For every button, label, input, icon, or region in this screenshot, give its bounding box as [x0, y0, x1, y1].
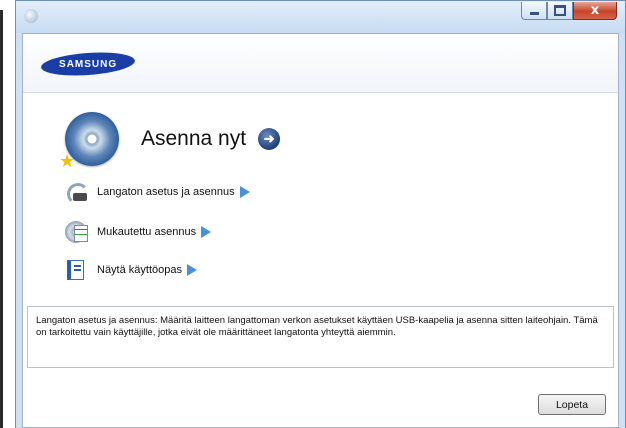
minimize-button[interactable]: [521, 2, 547, 20]
arrow-right-circle-icon[interactable]: ➜: [258, 128, 281, 150]
title-bar[interactable]: x: [16, 1, 625, 33]
play-arrow-icon: [239, 186, 250, 198]
option-wireless-label: Langaton asetus ja asennus: [97, 186, 235, 198]
user-guide-icon: [65, 259, 87, 281]
option-custom-label: Mukautettu asennus: [97, 226, 197, 238]
samsung-logo: SAMSUNG: [40, 49, 136, 79]
install-now-label: Asenna nyt: [141, 127, 247, 150]
option-custom-install[interactable]: Mukautettu asennus: [65, 221, 212, 243]
install-disc-icon: ★: [59, 112, 119, 170]
header-band: SAMSUNG: [23, 34, 618, 93]
option-user-guide[interactable]: Näytä käyttöopas: [65, 259, 197, 281]
star-icon: ★: [59, 151, 76, 171]
maximize-icon: [554, 5, 566, 16]
quit-button[interactable]: Lopeta: [538, 394, 606, 415]
description-box: Langaton asetus ja asennus: Määritä lait…: [27, 306, 614, 368]
play-arrow-icon: [201, 226, 212, 238]
installer-window: x SAMSUNG ★ Asenna nyt ➜ Langaton asetus…: [15, 0, 626, 428]
background-edge: [0, 10, 3, 428]
logo-text: SAMSUNG: [58, 58, 118, 70]
option-wireless-setup[interactable]: Langaton asetus ja asennus: [65, 181, 250, 205]
close-icon: x: [590, 3, 600, 18]
option-user-guide-label: Näytä käyttöopas: [97, 264, 182, 276]
maximize-button[interactable]: [547, 2, 573, 20]
wireless-icon: [65, 181, 89, 205]
window-controls: x: [521, 2, 617, 20]
minimize-icon: [529, 11, 539, 15]
install-now-link[interactable]: ★ Asenna nyt ➜: [59, 109, 281, 170]
play-arrow-icon: [187, 264, 197, 276]
custom-install-icon: [65, 221, 88, 243]
close-button[interactable]: x: [573, 2, 617, 20]
window-content: SAMSUNG ★ Asenna nyt ➜ Langaton asetus j…: [22, 33, 619, 428]
app-icon: [24, 9, 38, 23]
